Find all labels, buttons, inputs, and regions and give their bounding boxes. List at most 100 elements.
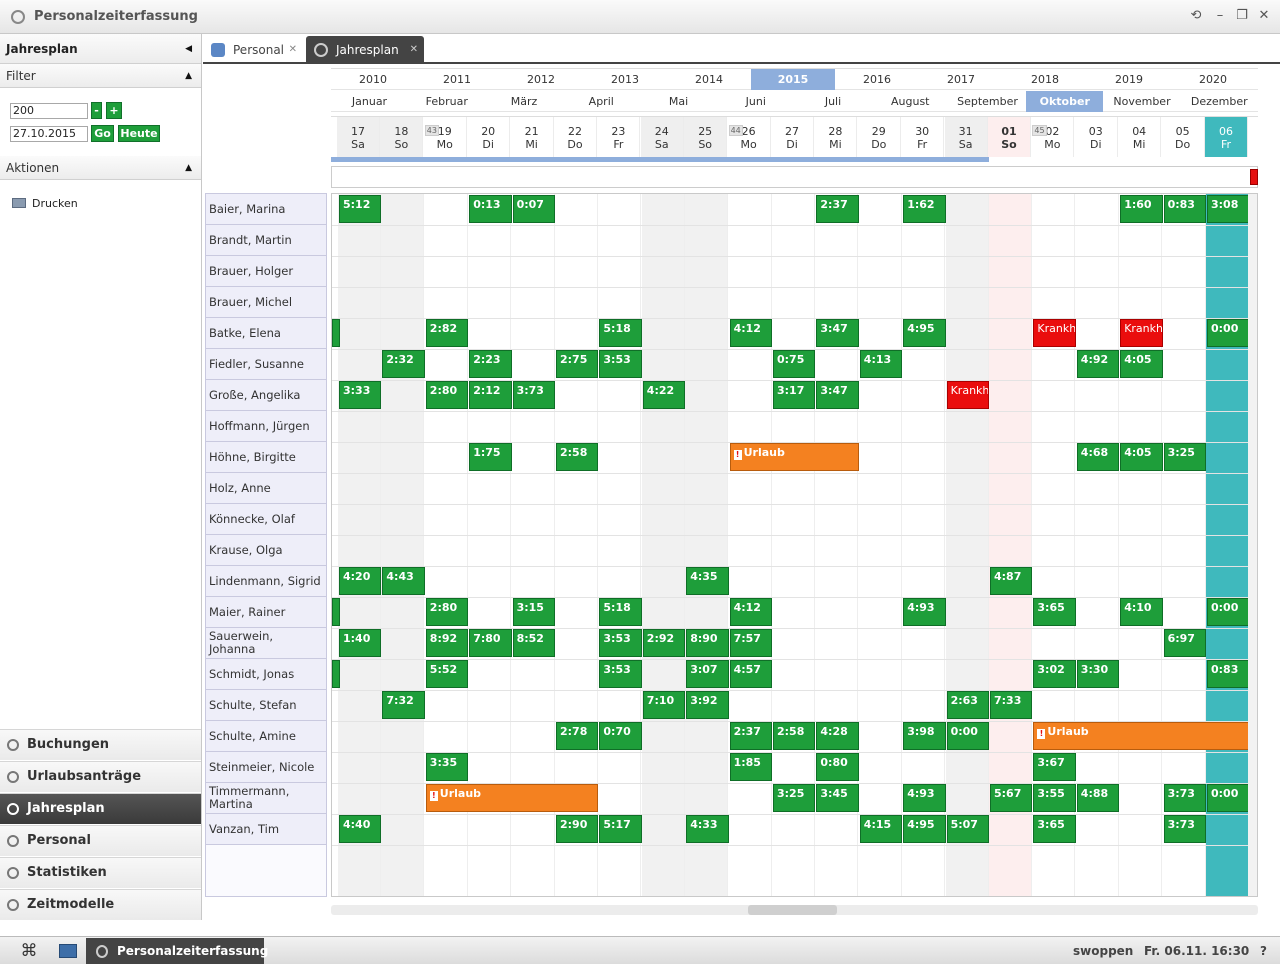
- time-entry[interactable]: 3:53: [599, 350, 642, 378]
- nav-item-urlaubsanträge[interactable]: Urlaubsanträge: [0, 761, 201, 792]
- time-entry[interactable]: [332, 660, 340, 688]
- day-header-01[interactable]: 01 So: [988, 117, 1031, 157]
- employee-name[interactable]: Hoffmann, Jürgen: [206, 411, 326, 442]
- day-header-26[interactable]: 44 26 Mo: [728, 117, 771, 157]
- employee-name[interactable]: Fiedler, Susanne: [206, 349, 326, 380]
- month-12[interactable]: Dezember: [1181, 91, 1258, 112]
- nav-item-zeitmodelle[interactable]: Zeitmodelle: [0, 889, 201, 920]
- month-5[interactable]: Mai: [640, 91, 717, 112]
- time-entry[interactable]: 3:65: [1033, 598, 1076, 626]
- time-entry[interactable]: 1:75: [469, 443, 512, 471]
- time-entry[interactable]: 8:90: [686, 629, 729, 657]
- year-2014[interactable]: 2014: [667, 69, 751, 90]
- time-entry[interactable]: 0:13: [469, 195, 512, 223]
- time-entry[interactable]: 4:68: [1076, 443, 1120, 471]
- month-6[interactable]: Juni: [717, 91, 794, 112]
- apps-icon[interactable]: ⌘: [18, 941, 40, 961]
- year-2011[interactable]: 2011: [415, 69, 499, 90]
- time-entry[interactable]: 7:10: [642, 691, 686, 719]
- time-entry[interactable]: 4:40: [339, 815, 382, 843]
- time-entry[interactable]: 3:98: [903, 722, 946, 750]
- day-header-24[interactable]: 24 Sa: [640, 117, 684, 157]
- nav-item-statistiken[interactable]: Statistiken: [0, 857, 201, 888]
- year-2015[interactable]: 2015: [751, 69, 835, 90]
- nav-item-buchungen[interactable]: Buchungen: [0, 729, 201, 760]
- close-icon[interactable]: ✕: [1256, 8, 1272, 24]
- time-entry[interactable]: 1:85: [729, 753, 772, 781]
- time-entry[interactable]: 2:78: [556, 722, 599, 750]
- time-entry[interactable]: 3:73: [1163, 815, 1206, 843]
- year-2012[interactable]: 2012: [499, 69, 583, 90]
- time-entry[interactable]: [332, 598, 340, 626]
- month-3[interactable]: März: [486, 91, 563, 112]
- day-header-06[interactable]: 06 Fr: [1205, 117, 1248, 157]
- time-entry[interactable]: 3:17: [773, 381, 816, 409]
- nav-item-jahresplan[interactable]: Jahresplan: [0, 793, 201, 824]
- day-header-18[interactable]: 18 So: [380, 117, 424, 157]
- time-entry[interactable]: 3:92: [686, 691, 729, 719]
- time-entry[interactable]: 4:43: [382, 567, 425, 595]
- time-entry[interactable]: 5:07: [946, 815, 989, 843]
- refresh-icon[interactable]: ⟲: [1188, 8, 1204, 24]
- time-entry[interactable]: 3:25: [1163, 443, 1206, 471]
- time-entry[interactable]: 3:73: [1163, 784, 1206, 812]
- time-entry[interactable]: 3:33: [339, 381, 382, 409]
- vacation-entry[interactable]: ! Urlaub: [729, 443, 859, 471]
- actions-panel-header[interactable]: Aktionen ▲: [0, 156, 201, 180]
- day-header-31[interactable]: 31 Sa: [944, 117, 988, 157]
- time-entry[interactable]: 5:18: [599, 598, 642, 626]
- day-header-30[interactable]: 30 Fr: [901, 117, 945, 157]
- time-entry[interactable]: 0:70: [599, 722, 642, 750]
- nav-item-personal[interactable]: Personal: [0, 825, 201, 856]
- time-entry[interactable]: 0:83: [1207, 660, 1250, 688]
- time-entry[interactable]: 2:75: [556, 350, 599, 378]
- month-10[interactable]: Oktober: [1026, 91, 1104, 112]
- time-entry[interactable]: 4:22: [642, 381, 686, 409]
- day-header-25[interactable]: 25 So: [684, 117, 728, 157]
- time-entry[interactable]: 2:58: [556, 443, 599, 471]
- month-8[interactable]: August: [872, 91, 949, 112]
- vertical-scrollbar[interactable]: [1248, 194, 1257, 896]
- year-2019[interactable]: 2019: [1087, 69, 1171, 90]
- tab-close-icon[interactable]: ✕: [289, 36, 297, 64]
- collapse-up-icon[interactable]: ▲: [185, 64, 192, 88]
- tab-jahresplan[interactable]: Jahresplan ✕: [306, 36, 424, 64]
- day-header-17[interactable]: 17 Sa: [337, 117, 380, 157]
- employee-name[interactable]: Maier, Rainer: [206, 597, 326, 628]
- time-entry[interactable]: 1:60: [1120, 195, 1163, 223]
- time-entry[interactable]: 4:15: [859, 815, 903, 843]
- time-entry[interactable]: 3:53: [599, 660, 642, 688]
- collapse-up-icon[interactable]: ▲: [185, 156, 192, 180]
- time-entry[interactable]: 4:88: [1076, 784, 1120, 812]
- time-entry[interactable]: 4:87: [990, 567, 1033, 595]
- go-button[interactable]: Go: [91, 125, 114, 142]
- time-entry[interactable]: 0:00: [946, 722, 989, 750]
- employee-name[interactable]: Könnecke, Olaf: [206, 504, 326, 535]
- time-entry[interactable]: 2:80: [425, 381, 469, 409]
- help-button[interactable]: ?: [1260, 944, 1267, 958]
- time-entry[interactable]: 4:12: [729, 598, 772, 626]
- time-entry[interactable]: 3:08: [1207, 195, 1250, 223]
- time-entry[interactable]: 0:80: [816, 753, 859, 781]
- employee-name[interactable]: Sauerwein, Johanna: [206, 628, 326, 659]
- time-entry[interactable]: 3:07: [686, 660, 729, 688]
- time-entry[interactable]: 2:80: [425, 598, 469, 626]
- time-entry[interactable]: 2:90: [556, 815, 599, 843]
- year-2013[interactable]: 2013: [583, 69, 667, 90]
- time-entry[interactable]: 8:52: [512, 629, 555, 657]
- time-entry[interactable]: 0:00: [1207, 784, 1250, 812]
- time-entry[interactable]: 1:62: [903, 195, 946, 223]
- time-entry[interactable]: 3:45: [816, 784, 859, 812]
- date-input[interactable]: 27.10.2015: [10, 126, 88, 142]
- day-header-28[interactable]: 28 Mi: [814, 117, 858, 157]
- year-2018[interactable]: 2018: [1003, 69, 1087, 90]
- year-2016[interactable]: 2016: [835, 69, 919, 90]
- time-entry[interactable]: [332, 319, 340, 347]
- time-entry[interactable]: 4:92: [1076, 350, 1120, 378]
- vacation-entry[interactable]: ! Urlaub: [1033, 722, 1250, 750]
- minus-button[interactable]: -: [91, 102, 102, 119]
- employee-name[interactable]: Krause, Olga: [206, 535, 326, 566]
- day-header-23[interactable]: 23 Fr: [597, 117, 641, 157]
- time-entry[interactable]: 3:47: [816, 319, 859, 347]
- time-entry[interactable]: 3:55: [1033, 784, 1076, 812]
